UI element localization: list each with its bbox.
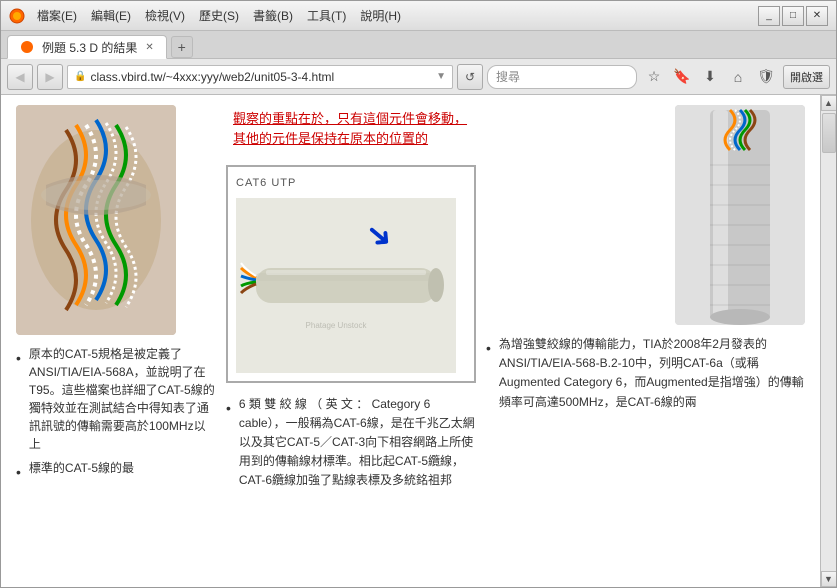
content-columns: • 原本的CAT-5規格是被定義了ANSI/TIA/EIA-568A，並說明了在… <box>16 105 805 577</box>
home-icon[interactable]: ⌂ <box>725 64 751 90</box>
cat6-image: Phatage Unstock <box>236 198 456 373</box>
right-bullet-text: 為增強雙絞線的傳輸能力，TIA於2008年2月發表的ANSI/TIA/EIA-5… <box>499 335 805 412</box>
svg-text:Phatage Unstock: Phatage Unstock <box>306 321 368 330</box>
menu-help[interactable]: 說明(H) <box>354 5 407 26</box>
search-placeholder: 搜尋 <box>496 68 520 85</box>
center-bullets: • 6 類 雙 絞 線 （ 英 文 ： Category 6 cable），一般… <box>226 395 476 491</box>
left-bullet-text-1: 原本的CAT-5規格是被定義了ANSI/TIA/EIA-568A，並說明了在T9… <box>29 345 216 453</box>
left-cable-svg <box>16 105 176 335</box>
browser-icon <box>9 8 25 24</box>
menu-tools[interactable]: 工具(T) <box>301 5 352 26</box>
scroll-thumb[interactable] <box>822 113 836 153</box>
left-column: • 原本的CAT-5規格是被定義了ANSI/TIA/EIA-568A，並說明了在… <box>16 105 216 577</box>
right-bullets: • 為增強雙絞線的傳輸能力，TIA於2008年2月發表的ANSI/TIA/EIA… <box>486 335 805 412</box>
url-text: class.vbird.tw/~4xxx:yyy/web2/unit05-3-4… <box>90 70 432 84</box>
menu-edit[interactable]: 編輯(E) <box>85 5 137 26</box>
tab-icon <box>20 40 34 54</box>
tab-close-button[interactable]: ✕ <box>145 42 153 53</box>
search-bar[interactable]: 搜尋 <box>487 65 637 89</box>
shield-icon[interactable]: 🛡 <box>753 64 779 90</box>
url-dropdown-arrow[interactable]: ▼ <box>436 71 446 82</box>
refresh-button[interactable]: ↺ <box>457 64 483 90</box>
menu-history[interactable]: 歷史(S) <box>193 5 245 26</box>
annotation-box: 觀察的重點在於，只有這個元件會移動， 其他的元件是保持在原本的位置的 <box>231 107 469 150</box>
scrollbar: ▲ ▼ <box>820 95 836 587</box>
open-button[interactable]: 開啟選 <box>783 65 830 89</box>
toolbar-icons: ☆ 🔖 ⬇ ⌂ 🛡 <box>641 64 779 90</box>
center-bullet-1: • 6 類 雙 絞 線 （ 英 文 ： Category 6 cable），一般… <box>226 395 476 491</box>
main-area: 觀察的重點在於，只有這個元件會移動， 其他的元件是保持在原本的位置的 <box>1 95 820 587</box>
left-bullet-2: • 標準的CAT-5線的最 <box>16 459 216 483</box>
scroll-down-button[interactable]: ▼ <box>821 571 837 587</box>
annotation-line2: 其他的元件是保持在原本的位置的 <box>233 131 428 146</box>
left-bullet-1: • 原本的CAT-5規格是被定義了ANSI/TIA/EIA-568A，並說明了在… <box>16 345 216 453</box>
lock-icon: 🔒 <box>74 71 86 82</box>
forward-button[interactable]: ▶ <box>37 64 63 90</box>
menu-bar: 檔案(E) 編輯(E) 檢視(V) 歷史(S) 書籤(B) 工具(T) 說明(H… <box>31 5 407 26</box>
title-bar: 檔案(E) 編輯(E) 檢視(V) 歷史(S) 書籤(B) 工具(T) 說明(H… <box>1 1 836 31</box>
address-bar: ◀ ▶ 🔒 class.vbird.tw/~4xxx:yyy/web2/unit… <box>1 59 836 95</box>
maximize-button[interactable]: □ <box>782 6 804 26</box>
back-button[interactable]: ◀ <box>7 64 33 90</box>
left-cable-image <box>16 105 176 335</box>
right-column: • 為增強雙絞線的傳輸能力，TIA於2008年2月發表的ANSI/TIA/EIA… <box>486 105 805 577</box>
annotation-text: 觀察的重點在於，只有這個元件會移動， 其他的元件是保持在原本的位置的 <box>233 109 467 148</box>
active-tab[interactable]: 例題 5.3 D 的結果 ✕ <box>7 35 167 59</box>
left-bullet-text-2: 標準的CAT-5線的最 <box>29 459 134 483</box>
bookmark-icon[interactable]: 🔖 <box>669 64 695 90</box>
tab-bar: 例題 5.3 D 的結果 ✕ + <box>1 31 836 59</box>
center-bullet-dot: • <box>226 397 231 491</box>
menu-bookmarks[interactable]: 書籤(B) <box>247 5 299 26</box>
augmented-text: Augmented <box>499 375 560 389</box>
star-icon[interactable]: ☆ <box>641 64 667 90</box>
cat6-cable-svg: Phatage Unstock <box>236 198 456 373</box>
bullet-dot-2: • <box>16 461 21 483</box>
close-button[interactable]: ✕ <box>806 6 828 26</box>
right-bullet-1: • 為增強雙絞線的傳輸能力，TIA於2008年2月發表的ANSI/TIA/EIA… <box>486 335 805 412</box>
browser-window: 檔案(E) 編輯(E) 檢視(V) 歷史(S) 書籤(B) 工具(T) 說明(H… <box>0 0 837 588</box>
scroll-up-button[interactable]: ▲ <box>821 95 837 111</box>
menu-view[interactable]: 檢視(V) <box>139 5 191 26</box>
new-tab-button[interactable]: + <box>171 36 193 58</box>
url-bar[interactable]: 🔒 class.vbird.tw/~4xxx:yyy/web2/unit05-3… <box>67 65 453 89</box>
right-cable-svg <box>675 105 805 325</box>
tab-label: 例題 5.3 D 的結果 <box>42 39 137 56</box>
menu-file[interactable]: 檔案(E) <box>31 5 83 26</box>
annotation-line1: 觀察的重點在於，只有這個元件會移動， <box>233 111 467 126</box>
center-bullet-text: 6 類 雙 絞 線 （ 英 文 ： Category 6 cable），一般稱為… <box>239 395 476 491</box>
title-bar-left: 檔案(E) 編輯(E) 檢視(V) 歷史(S) 書籤(B) 工具(T) 說明(H… <box>9 5 407 26</box>
right-bullet-dot: • <box>486 337 491 412</box>
minimize-button[interactable]: _ <box>758 6 780 26</box>
page-content: 觀察的重點在於，只有這個元件會移動， 其他的元件是保持在原本的位置的 <box>1 95 836 587</box>
cat6-label: CAT6 UTP <box>236 175 466 193</box>
cat6-image-box: CAT6 UTP <box>226 165 476 383</box>
right-cable-image <box>675 105 805 325</box>
download-icon[interactable]: ⬇ <box>697 64 723 90</box>
left-bullets: • 原本的CAT-5規格是被定義了ANSI/TIA/EIA-568A，並說明了在… <box>16 345 216 483</box>
bullet-dot-1: • <box>16 347 21 453</box>
center-column: CAT6 UTP <box>226 105 476 577</box>
window-controls: _ □ ✕ <box>758 6 828 26</box>
